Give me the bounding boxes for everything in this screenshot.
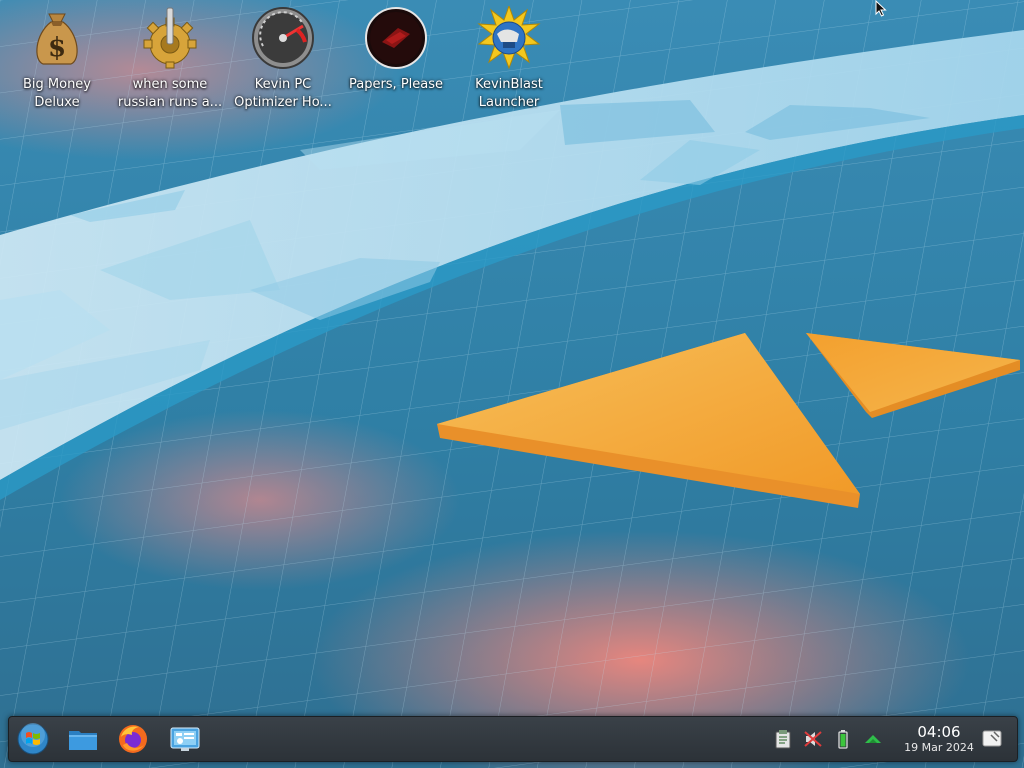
desktop-icon-label: Launcher xyxy=(478,95,540,110)
desktop-icon-kevin-pc-optimizer[interactable]: Kevin PC Optimizer Ho... xyxy=(227,6,339,112)
battery-icon xyxy=(838,730,848,749)
folder-icon xyxy=(69,731,97,750)
kevinblast-globe-icon xyxy=(477,6,541,70)
mouse-cursor-icon xyxy=(875,0,887,17)
desktop: $ Big Money Deluxe when some russian run… xyxy=(0,0,1024,768)
arrow-up-icon xyxy=(865,735,881,743)
desktop-icon-label: when some xyxy=(132,77,208,92)
tray-updates[interactable] xyxy=(863,729,883,749)
desktop-icon-label: russian runs a... xyxy=(117,95,223,110)
settings-monitor-icon xyxy=(170,727,200,751)
desktop-icon-label: Kevin PC xyxy=(254,77,312,92)
desktop-icon-kevinblast-launcher[interactable]: KevinBlast Launcher xyxy=(453,6,565,112)
desktop-icon-big-money-deluxe[interactable]: $ Big Money Deluxe xyxy=(1,6,113,112)
svg-text:$: $ xyxy=(48,33,66,63)
tray-clipboard[interactable] xyxy=(773,729,793,749)
clock-date: 19 Mar 2024 xyxy=(904,741,974,754)
speedometer-icon xyxy=(252,7,314,69)
file-manager-button[interactable] xyxy=(67,723,99,755)
show-desktop-icon xyxy=(982,730,1002,747)
clock-time: 04:06 xyxy=(917,723,961,741)
firefox-button[interactable] xyxy=(117,723,149,755)
clock[interactable]: 04:06 19 Mar 2024 xyxy=(889,723,989,757)
desktop-icon-label: Deluxe xyxy=(34,95,80,110)
taskbar: 04:06 19 Mar 2024 xyxy=(8,716,1018,762)
firefox-icon xyxy=(119,725,147,753)
desktop-icon-when-some-russian[interactable]: when some russian runs a... xyxy=(114,6,226,112)
show-desktop-button[interactable] xyxy=(981,727,1003,749)
tray-battery[interactable] xyxy=(833,729,853,749)
papers-please-icon xyxy=(365,7,427,69)
money-bag-icon: $ xyxy=(36,13,78,65)
windows-logo-icon xyxy=(17,723,49,755)
start-menu-button[interactable] xyxy=(17,723,49,755)
wallpaper xyxy=(0,0,1024,768)
system-settings-button[interactable] xyxy=(169,723,201,755)
desktop-icon-label: Optimizer Ho... xyxy=(234,95,332,110)
gear-joystick-icon xyxy=(143,7,197,69)
speaker-muted-icon xyxy=(804,731,822,747)
clipboard-icon xyxy=(775,730,791,749)
desktop-icon-papers-please[interactable]: Papers, Please xyxy=(340,6,452,94)
desktop-icon-label: Big Money xyxy=(22,77,91,92)
desktop-icon-label: Papers, Please xyxy=(348,77,444,92)
desktop-icon-label: KevinBlast xyxy=(475,77,543,92)
tray-audio-muted[interactable] xyxy=(803,729,823,749)
